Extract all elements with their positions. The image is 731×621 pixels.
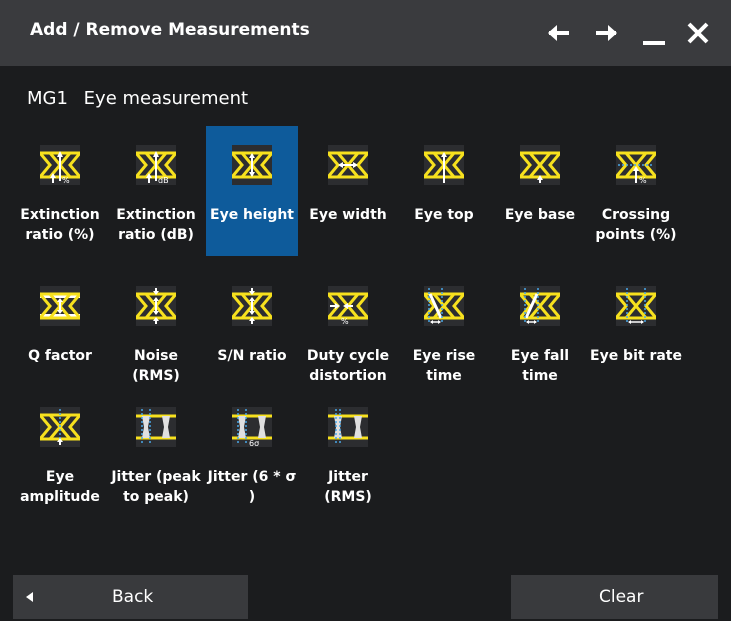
eye-height-icon xyxy=(232,145,272,185)
title-bar: Add / Remove Measurements xyxy=(0,0,731,66)
close-icon xyxy=(687,22,709,44)
forward-arrow-button[interactable] xyxy=(588,15,624,51)
duty-cycle-distortion-icon: % xyxy=(328,286,368,326)
arrow-right-icon xyxy=(596,25,617,41)
svg-text:%: % xyxy=(341,317,349,326)
svg-text:%: % xyxy=(639,176,647,185)
tile-eye-base[interactable]: Eye base xyxy=(494,126,586,256)
minimize-button[interactable] xyxy=(636,15,672,51)
measurement-category: Eye measurement xyxy=(83,88,249,109)
extinction-ratio-percent-icon: % xyxy=(40,145,80,185)
tile-sn-ratio[interactable]: S/N ratio xyxy=(206,267,298,397)
back-button-label: Back xyxy=(112,587,154,607)
tile-eye-bit-rate[interactable]: Eye bit rate xyxy=(590,267,682,397)
tile-label: Jitter (peak to peak) xyxy=(111,469,201,505)
tile-crossing-points[interactable]: % Crossing points (%) xyxy=(590,126,682,256)
clear-button-label: Clear xyxy=(599,587,644,607)
sn-ratio-icon xyxy=(232,286,272,326)
window-title: Add / Remove Measurements xyxy=(30,20,310,40)
tile-duty-cycle-distortion[interactable]: % Duty cycle distortion xyxy=(302,267,394,397)
tile-label: Jitter (6 * σ ) xyxy=(207,469,297,505)
tile-noise-rms[interactable]: Noise (RMS) xyxy=(110,267,202,397)
jitter-6-sigma-icon: 6σ xyxy=(232,407,272,447)
tile-label: Duty cycle distortion xyxy=(306,348,390,384)
crossing-points-icon: % xyxy=(616,145,656,185)
tile-label: S/N ratio xyxy=(217,348,287,364)
triangle-left-icon xyxy=(26,592,33,602)
tile-jitter-6-sigma[interactable]: 6σ Jitter (6 * σ ) xyxy=(206,388,298,518)
jitter-peak-to-peak-icon xyxy=(136,407,176,447)
arrow-left-icon xyxy=(548,25,569,41)
extinction-ratio-db-icon: dB xyxy=(136,145,176,185)
minimize-icon xyxy=(643,41,665,45)
eye-bit-rate-icon xyxy=(616,286,656,326)
tile-label: Eye fall time xyxy=(510,348,570,384)
back-button[interactable]: Back xyxy=(13,575,248,619)
tile-eye-rise-time[interactable]: Eye rise time xyxy=(398,267,490,397)
tile-label: Extinction ratio (%) xyxy=(20,207,100,243)
tile-label: Crossing points (%) xyxy=(595,207,677,243)
tile-jitter-rms[interactable]: Jitter (RMS) xyxy=(302,388,394,518)
tile-label: Eye base xyxy=(504,207,576,223)
tile-label: Eye height xyxy=(210,207,294,223)
eye-fall-time-icon xyxy=(520,286,560,326)
tile-extinction-ratio-percent[interactable]: % Extinction ratio (%) xyxy=(14,126,106,256)
close-button[interactable] xyxy=(680,15,716,51)
tile-label: Noise (RMS) xyxy=(132,348,180,384)
eye-width-icon xyxy=(328,145,368,185)
tile-label: Eye top xyxy=(414,207,474,223)
q-factor-icon xyxy=(40,286,80,326)
eye-base-icon xyxy=(520,145,560,185)
tile-eye-height[interactable]: Eye height xyxy=(206,126,298,256)
tile-eye-amplitude[interactable]: Eye amplitude xyxy=(14,388,106,518)
tile-label: Jitter (RMS) xyxy=(324,469,372,505)
tile-q-factor[interactable]: Q factor xyxy=(14,267,106,397)
tile-extinction-ratio-db[interactable]: dB Extinction ratio (dB) xyxy=(110,126,202,256)
measurement-header: MG1 Eye measurement xyxy=(27,88,248,109)
tile-label: Q factor xyxy=(28,348,92,364)
jitter-rms-icon xyxy=(328,407,368,447)
noise-rms-icon xyxy=(136,286,176,326)
back-arrow-button[interactable] xyxy=(541,15,577,51)
tile-eye-fall-time[interactable]: Eye fall time xyxy=(494,267,586,397)
svg-text:6σ: 6σ xyxy=(249,439,259,447)
tile-eye-width[interactable]: Eye width xyxy=(302,126,394,256)
svg-text:dB: dB xyxy=(158,176,169,185)
tile-label: Eye bit rate xyxy=(590,348,682,364)
tile-label: Extinction ratio (dB) xyxy=(116,207,196,243)
eye-amplitude-icon xyxy=(40,407,80,447)
measurement-group: MG1 xyxy=(27,88,68,109)
tile-label: Eye width xyxy=(309,207,387,223)
eye-rise-time-icon xyxy=(424,286,464,326)
eye-top-icon xyxy=(424,145,464,185)
svg-text:%: % xyxy=(62,176,70,185)
tile-label: Eye rise time xyxy=(412,348,476,384)
tile-eye-top[interactable]: Eye top xyxy=(398,126,490,256)
tile-label: Eye amplitude xyxy=(20,469,100,505)
tile-jitter-peak-to-peak[interactable]: Jitter (peak to peak) xyxy=(110,388,202,518)
clear-button[interactable]: Clear xyxy=(511,575,718,619)
